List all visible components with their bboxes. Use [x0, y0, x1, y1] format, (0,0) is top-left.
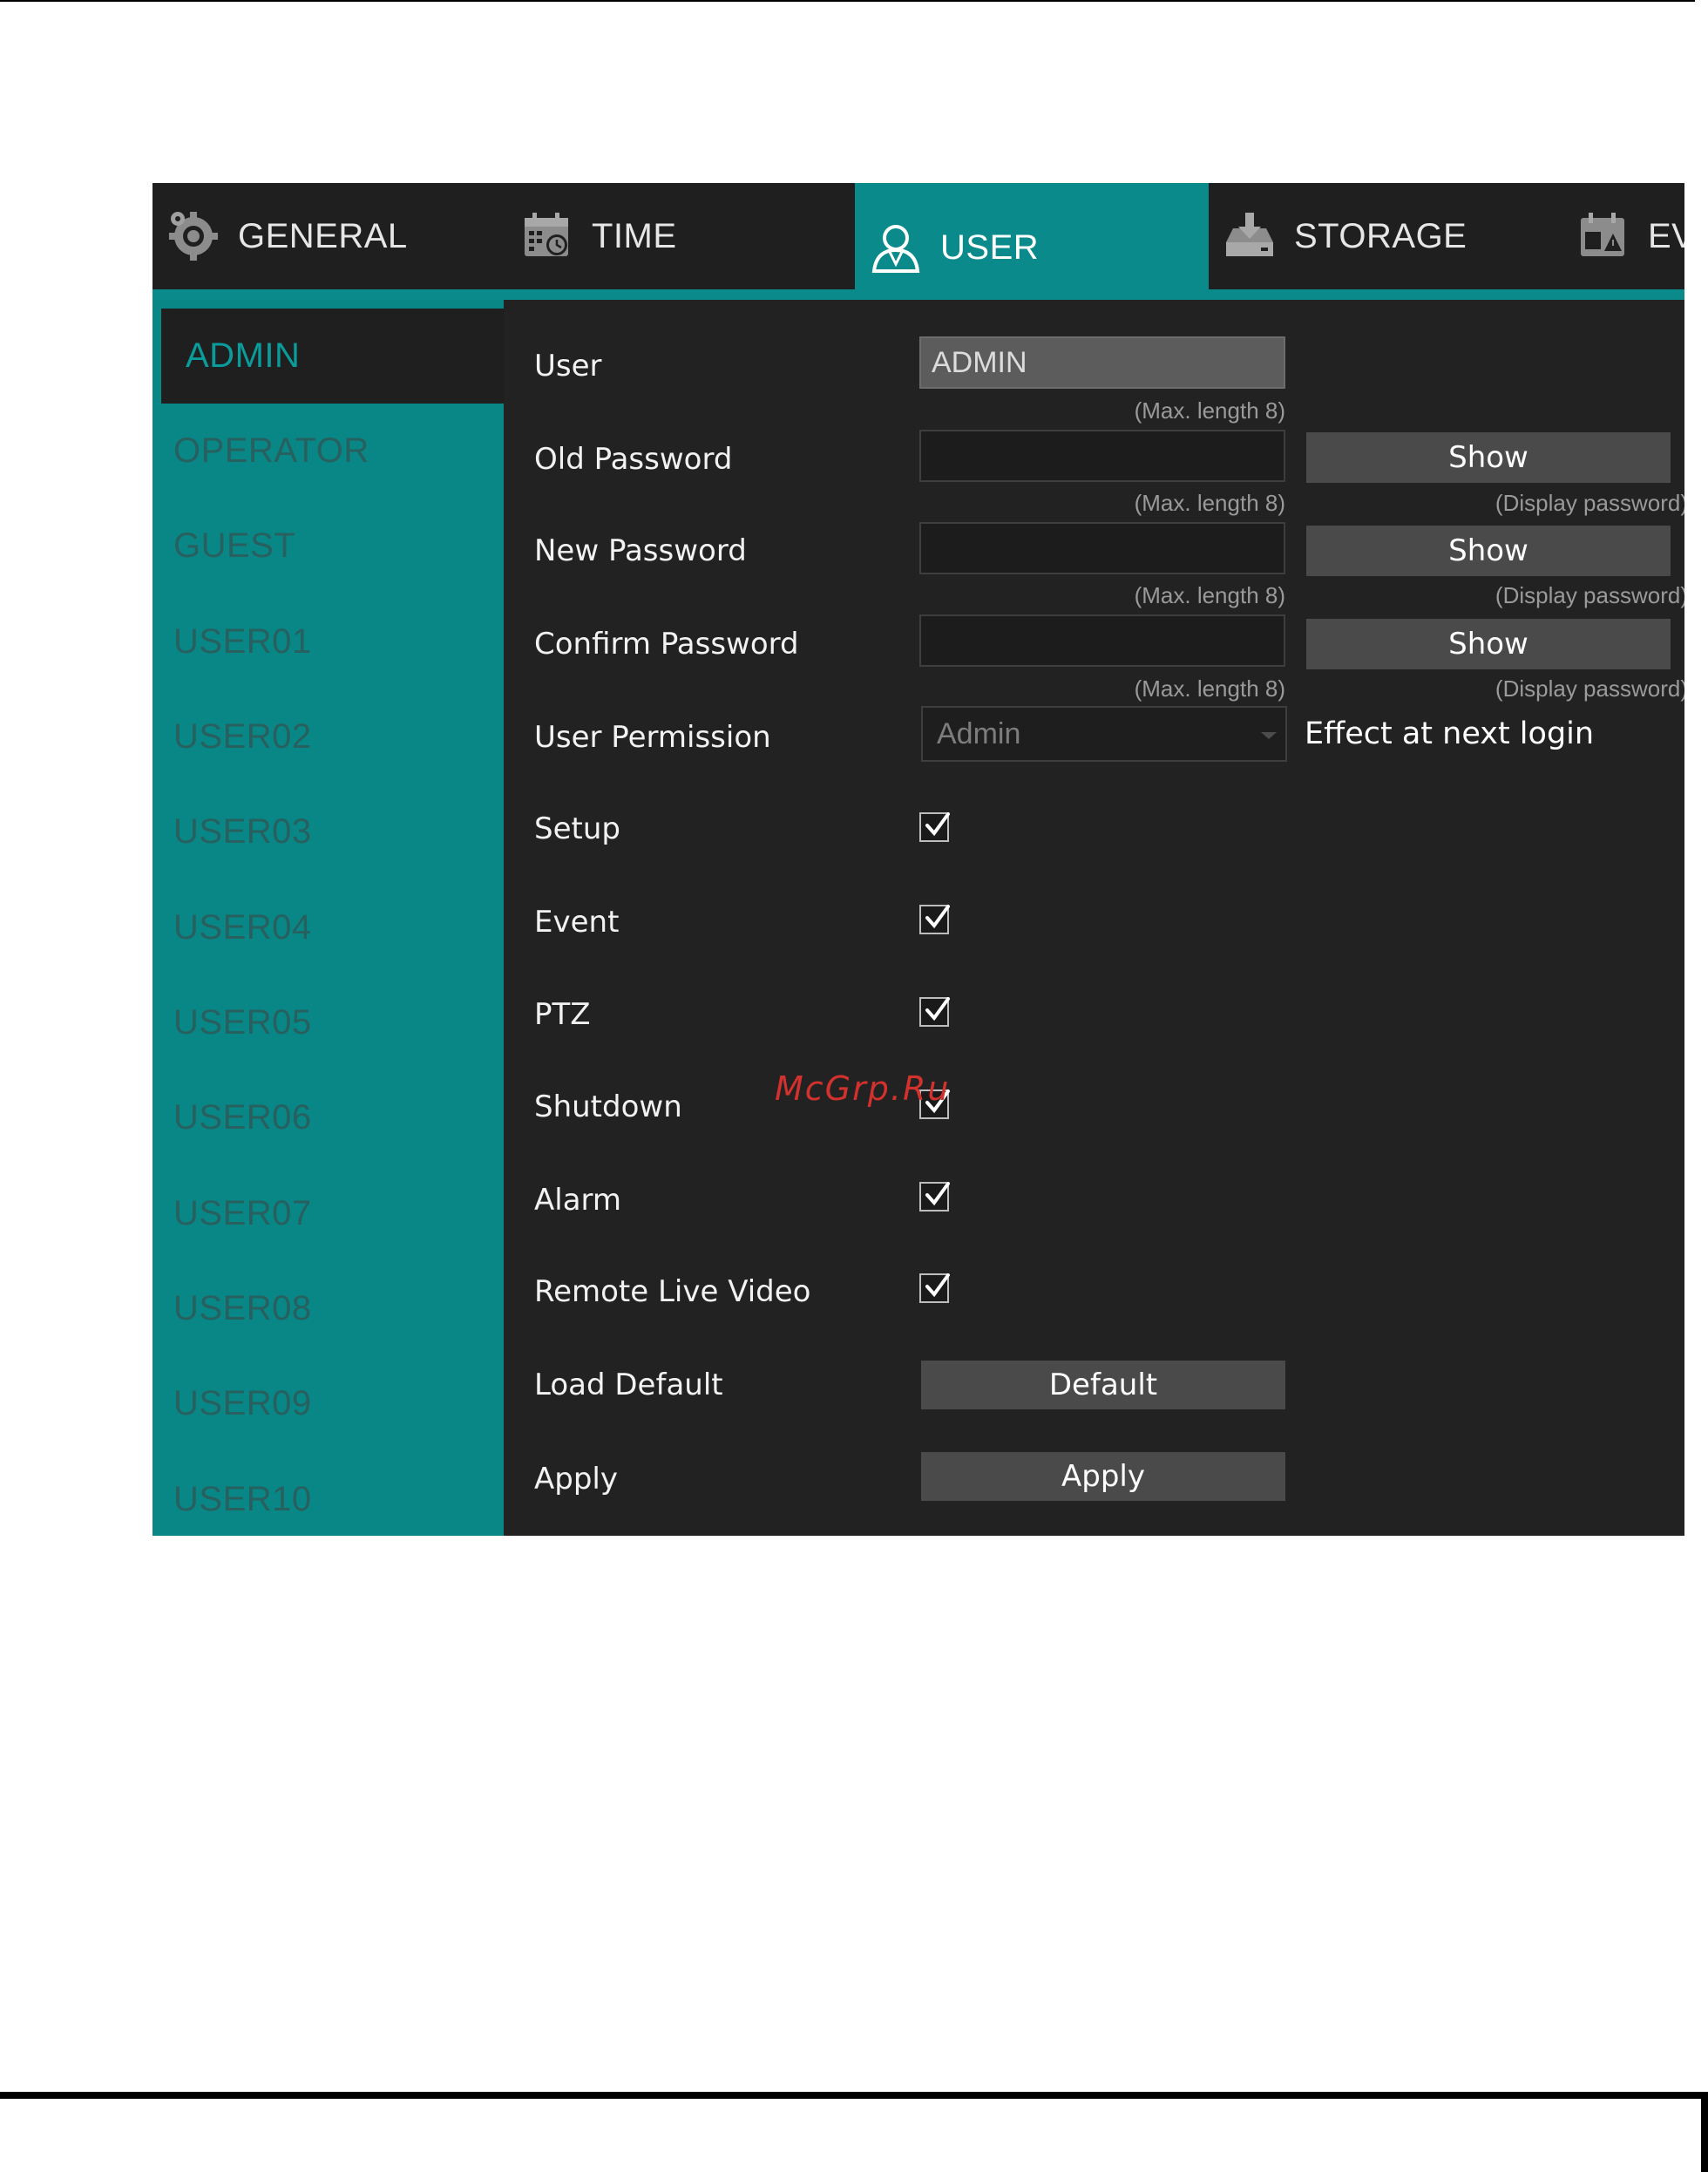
tab-label: TIME: [592, 216, 677, 255]
user-item-user05[interactable]: USER05: [152, 975, 504, 1070]
user-item-user02[interactable]: USER02: [152, 689, 504, 784]
show-new-password-button[interactable]: Show: [1306, 526, 1671, 576]
effect-at-next-login-note: Effect at next login: [1305, 716, 1595, 751]
check-icon: [925, 1182, 950, 1206]
top-rule: [0, 0, 1695, 2]
old-password-field[interactable]: [919, 430, 1285, 482]
new-password-field[interactable]: [919, 522, 1285, 574]
user-permission-value: Admin: [937, 716, 1021, 750]
check-icon: [925, 997, 950, 1022]
tab-time[interactable]: TIME: [506, 183, 860, 289]
alarm-checkbox[interactable]: [919, 1182, 950, 1212]
tab-event[interactable]: EV: [1562, 183, 1684, 289]
user-item-user04[interactable]: USER04: [152, 880, 504, 975]
display-password-hint: (Display password): [1494, 675, 1684, 702]
user-item-user09[interactable]: USER09: [152, 1356, 504, 1451]
user-item-admin[interactable]: ADMIN: [161, 309, 504, 404]
apply-label: Apply: [534, 1462, 618, 1497]
confirm-password-label: Confirm Password: [534, 627, 799, 662]
load-default-label: Load Default: [534, 1368, 723, 1402]
user-permission-label: User Permission: [534, 720, 771, 755]
tab-underline: [152, 289, 1684, 300]
user-label: User: [534, 349, 602, 383]
tab-bar: GENERAL TIME USER STORAGE EV: [152, 183, 1684, 300]
user-item-operator[interactable]: OPERATOR: [152, 404, 504, 499]
default-button[interactable]: Default: [921, 1361, 1285, 1409]
shutdown-label: Shutdown: [534, 1089, 682, 1124]
max-length-hint: (Max. length 8): [1134, 582, 1285, 608]
tab-label: STORAGE: [1294, 216, 1467, 255]
setup-label: Setup: [534, 811, 620, 846]
footer-frame: [0, 2092, 1708, 2172]
old-password-label: Old Password: [534, 442, 733, 477]
show-confirm-password-button[interactable]: Show: [1306, 619, 1671, 669]
show-old-password-button[interactable]: Show: [1306, 432, 1671, 483]
tab-general[interactable]: GENERAL: [152, 183, 506, 289]
display-password-hint: (Display password): [1494, 582, 1684, 608]
tab-user[interactable]: USER: [855, 183, 1209, 300]
user-item-user08[interactable]: USER08: [152, 1261, 504, 1356]
ptz-label: PTZ: [534, 997, 591, 1032]
user-item-user10[interactable]: USER10: [152, 1452, 504, 1536]
display-password-hint: (Display password): [1494, 490, 1684, 516]
alarm-label: Alarm: [534, 1183, 622, 1218]
tab-storage[interactable]: STORAGE: [1209, 183, 1562, 289]
tab-label: USER: [940, 227, 1040, 267]
user-item-user06[interactable]: USER06: [152, 1070, 504, 1165]
chevron-down-icon: [1261, 732, 1277, 739]
storage-icon: [1223, 209, 1277, 263]
watermark: McGrp.Ru: [775, 1069, 951, 1108]
confirm-password-field[interactable]: [919, 614, 1285, 667]
remote-live-video-label: Remote Live Video: [534, 1274, 811, 1309]
event-checkbox[interactable]: [919, 905, 950, 934]
apply-button[interactable]: Apply: [921, 1452, 1285, 1501]
tab-label: GENERAL: [238, 216, 408, 255]
event-label: Event: [534, 905, 620, 940]
user-icon: [869, 221, 923, 275]
tab-label: EV: [1648, 216, 1684, 255]
check-icon: [925, 1273, 950, 1298]
calendar-clock-icon: [520, 209, 574, 263]
user-item-user07[interactable]: USER07: [152, 1166, 504, 1261]
settings-panel: GENERAL TIME USER STORAGE EV ADMIN OPERA…: [152, 183, 1684, 1536]
user-item-user03[interactable]: USER03: [152, 784, 504, 879]
max-length-hint: (Max. length 8): [1134, 490, 1285, 516]
check-icon: [925, 812, 950, 837]
user-permission-select[interactable]: Admin: [921, 706, 1287, 762]
new-password-label: New Password: [534, 533, 747, 568]
max-length-hint: (Max. length 8): [1134, 675, 1285, 702]
max-length-hint: (Max. length 8): [1134, 397, 1285, 424]
gear-icon: [166, 209, 220, 263]
user-name-field[interactable]: [919, 336, 1285, 389]
event-icon: [1576, 209, 1630, 263]
check-icon: [925, 905, 950, 929]
ptz-checkbox[interactable]: [919, 997, 950, 1027]
user-item-user01[interactable]: USER01: [152, 594, 504, 689]
remote-live-video-checkbox[interactable]: [919, 1273, 950, 1303]
user-item-guest[interactable]: GUEST: [152, 499, 504, 594]
setup-checkbox[interactable]: [919, 812, 950, 842]
user-list: ADMIN OPERATOR GUEST USER01 USER02 USER0…: [152, 300, 504, 1536]
